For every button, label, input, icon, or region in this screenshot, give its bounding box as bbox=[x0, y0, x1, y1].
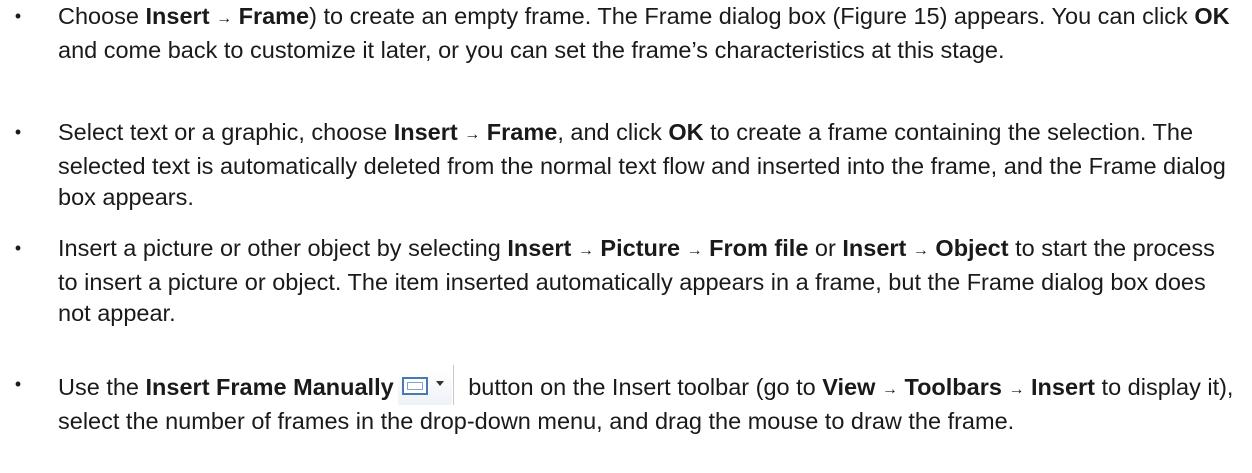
item-text: Select text or a graphic, choose Insert … bbox=[58, 119, 1226, 210]
list-item: • Choose Insert → Frame) to create an em… bbox=[15, 1, 1238, 66]
chevron-down-icon[interactable] bbox=[435, 381, 444, 386]
item-text: Choose Insert → Frame) to create an empt… bbox=[58, 3, 1230, 63]
list-item: • Use the Insert Frame Manually button o… bbox=[15, 365, 1238, 437]
toolbar-separator bbox=[452, 365, 454, 405]
bullet-glyph: • bbox=[14, 122, 22, 142]
bullet-glyph: • bbox=[14, 238, 22, 258]
bullet-glyph: • bbox=[14, 6, 22, 26]
insert-frame-icon bbox=[401, 377, 428, 395]
item-text: Use the Insert Frame Manually button on … bbox=[58, 365, 1233, 434]
bullet-glyph: • bbox=[14, 374, 22, 394]
document-page: • Choose Insert → Frame) to create an em… bbox=[0, 0, 1252, 473]
insert-frame-manually-button[interactable] bbox=[396, 365, 454, 405]
item-text: Insert a picture or other object by sele… bbox=[58, 235, 1215, 326]
list-item: • Select text or a graphic, choose Inser… bbox=[15, 117, 1238, 214]
list-item: • Insert a picture or other object by se… bbox=[15, 233, 1238, 330]
